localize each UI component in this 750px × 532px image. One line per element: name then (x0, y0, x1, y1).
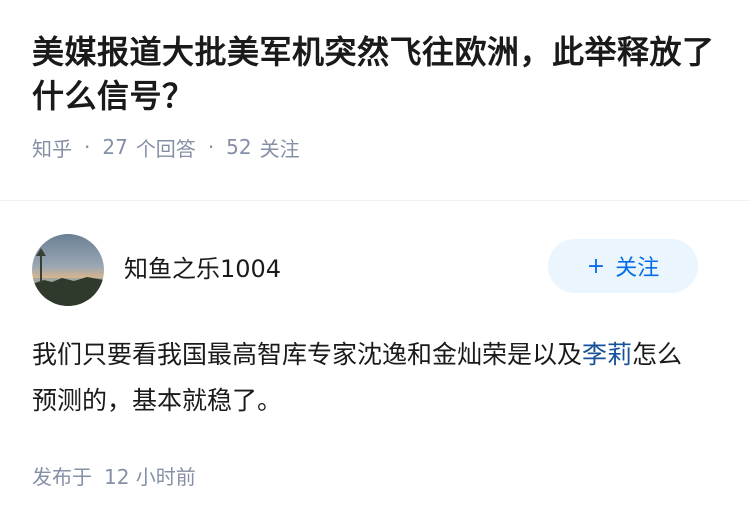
source-label[interactable]: 知乎 (32, 133, 72, 162)
answer-count-label[interactable]: 个回答 (136, 133, 196, 162)
answer-text: 我们只要看我国最高智库专家沈逸和金灿荣是以及 (32, 340, 583, 369)
plus-icon: + (586, 253, 606, 279)
question-meta: 知乎 · 27 个回答 · 52 关注 (32, 132, 718, 162)
follow-button[interactable]: + 关注 (548, 239, 698, 293)
question-header: 美媒报道大批美军机突然飞往欧洲，此举释放了什么信号？ 知乎 · 27 个回答 ·… (0, 0, 750, 162)
question-title[interactable]: 美媒报道大批美军机突然飞往欧洲，此举释放了什么信号？ (32, 30, 718, 118)
follower-count-label[interactable]: 关注 (260, 133, 300, 162)
avatar[interactable] (32, 234, 104, 306)
avatar-image (32, 234, 104, 306)
section-divider (0, 200, 750, 201)
publish-time: 发布于 12 小时前 (32, 461, 698, 490)
answer-count[interactable]: 27 (102, 135, 127, 159)
meta-separator: · (84, 135, 91, 159)
meta-separator: · (207, 135, 215, 159)
answer-card: 知鱼之乐1004 + 关注 我们只要看我国最高智库专家沈逸和金灿荣是以及李莉怎么… (32, 234, 698, 490)
publish-time-value: 12 小时前 (104, 465, 196, 489)
follower-count[interactable]: 52 (226, 135, 251, 159)
author-name[interactable]: 知鱼之乐1004 (124, 249, 548, 284)
person-link[interactable]: 李莉 (582, 340, 632, 369)
publish-time-prefix: 发布于 (32, 465, 92, 489)
page: 美媒报道大批美军机突然飞往欧洲，此举释放了什么信号？ 知乎 · 27 个回答 ·… (0, 0, 750, 532)
answer-content: 我们只要看我国最高智库专家沈逸和金灿荣是以及李莉怎么预测的，基本就稳了。 (32, 332, 698, 424)
author-row: 知鱼之乐1004 + 关注 (32, 234, 698, 306)
follow-button-label: 关注 (615, 256, 660, 281)
